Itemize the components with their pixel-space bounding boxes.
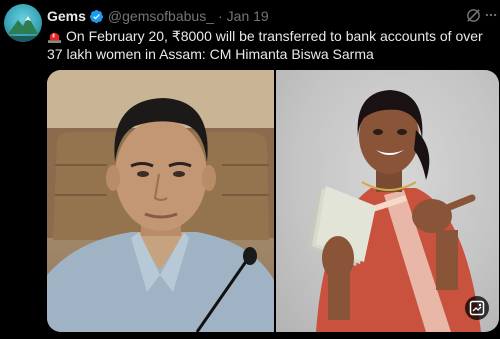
siren-emoji-icon bbox=[47, 32, 62, 43]
woman-with-cash-image bbox=[308, 90, 481, 332]
verified-badge-icon bbox=[89, 9, 103, 23]
author-handle[interactable]: @gemsofbabus_ bbox=[108, 8, 214, 24]
separator-dot: · bbox=[217, 8, 223, 24]
image-edit-icon bbox=[469, 300, 485, 316]
more-icon[interactable] bbox=[484, 8, 498, 22]
post-text-body: On February 20, ₹8000 will be transferre… bbox=[47, 28, 483, 62]
author-avatar[interactable] bbox=[4, 4, 42, 42]
post-media[interactable] bbox=[47, 70, 499, 332]
man-portrait-image bbox=[47, 70, 274, 332]
mountain-avatar-icon bbox=[4, 16, 42, 42]
post-date[interactable]: Jan 19 bbox=[227, 8, 269, 24]
grok-icon[interactable] bbox=[465, 7, 482, 24]
post-header: Gems @gemsofbabus_ · Jan 19 bbox=[47, 7, 467, 25]
post-text: On February 20, ₹8000 will be transferre… bbox=[47, 27, 497, 63]
photo-woman-with-money[interactable] bbox=[276, 70, 499, 332]
image-edit-button[interactable] bbox=[465, 296, 489, 320]
photo-cm-himanta[interactable] bbox=[47, 70, 274, 332]
author-name[interactable]: Gems bbox=[47, 8, 86, 24]
